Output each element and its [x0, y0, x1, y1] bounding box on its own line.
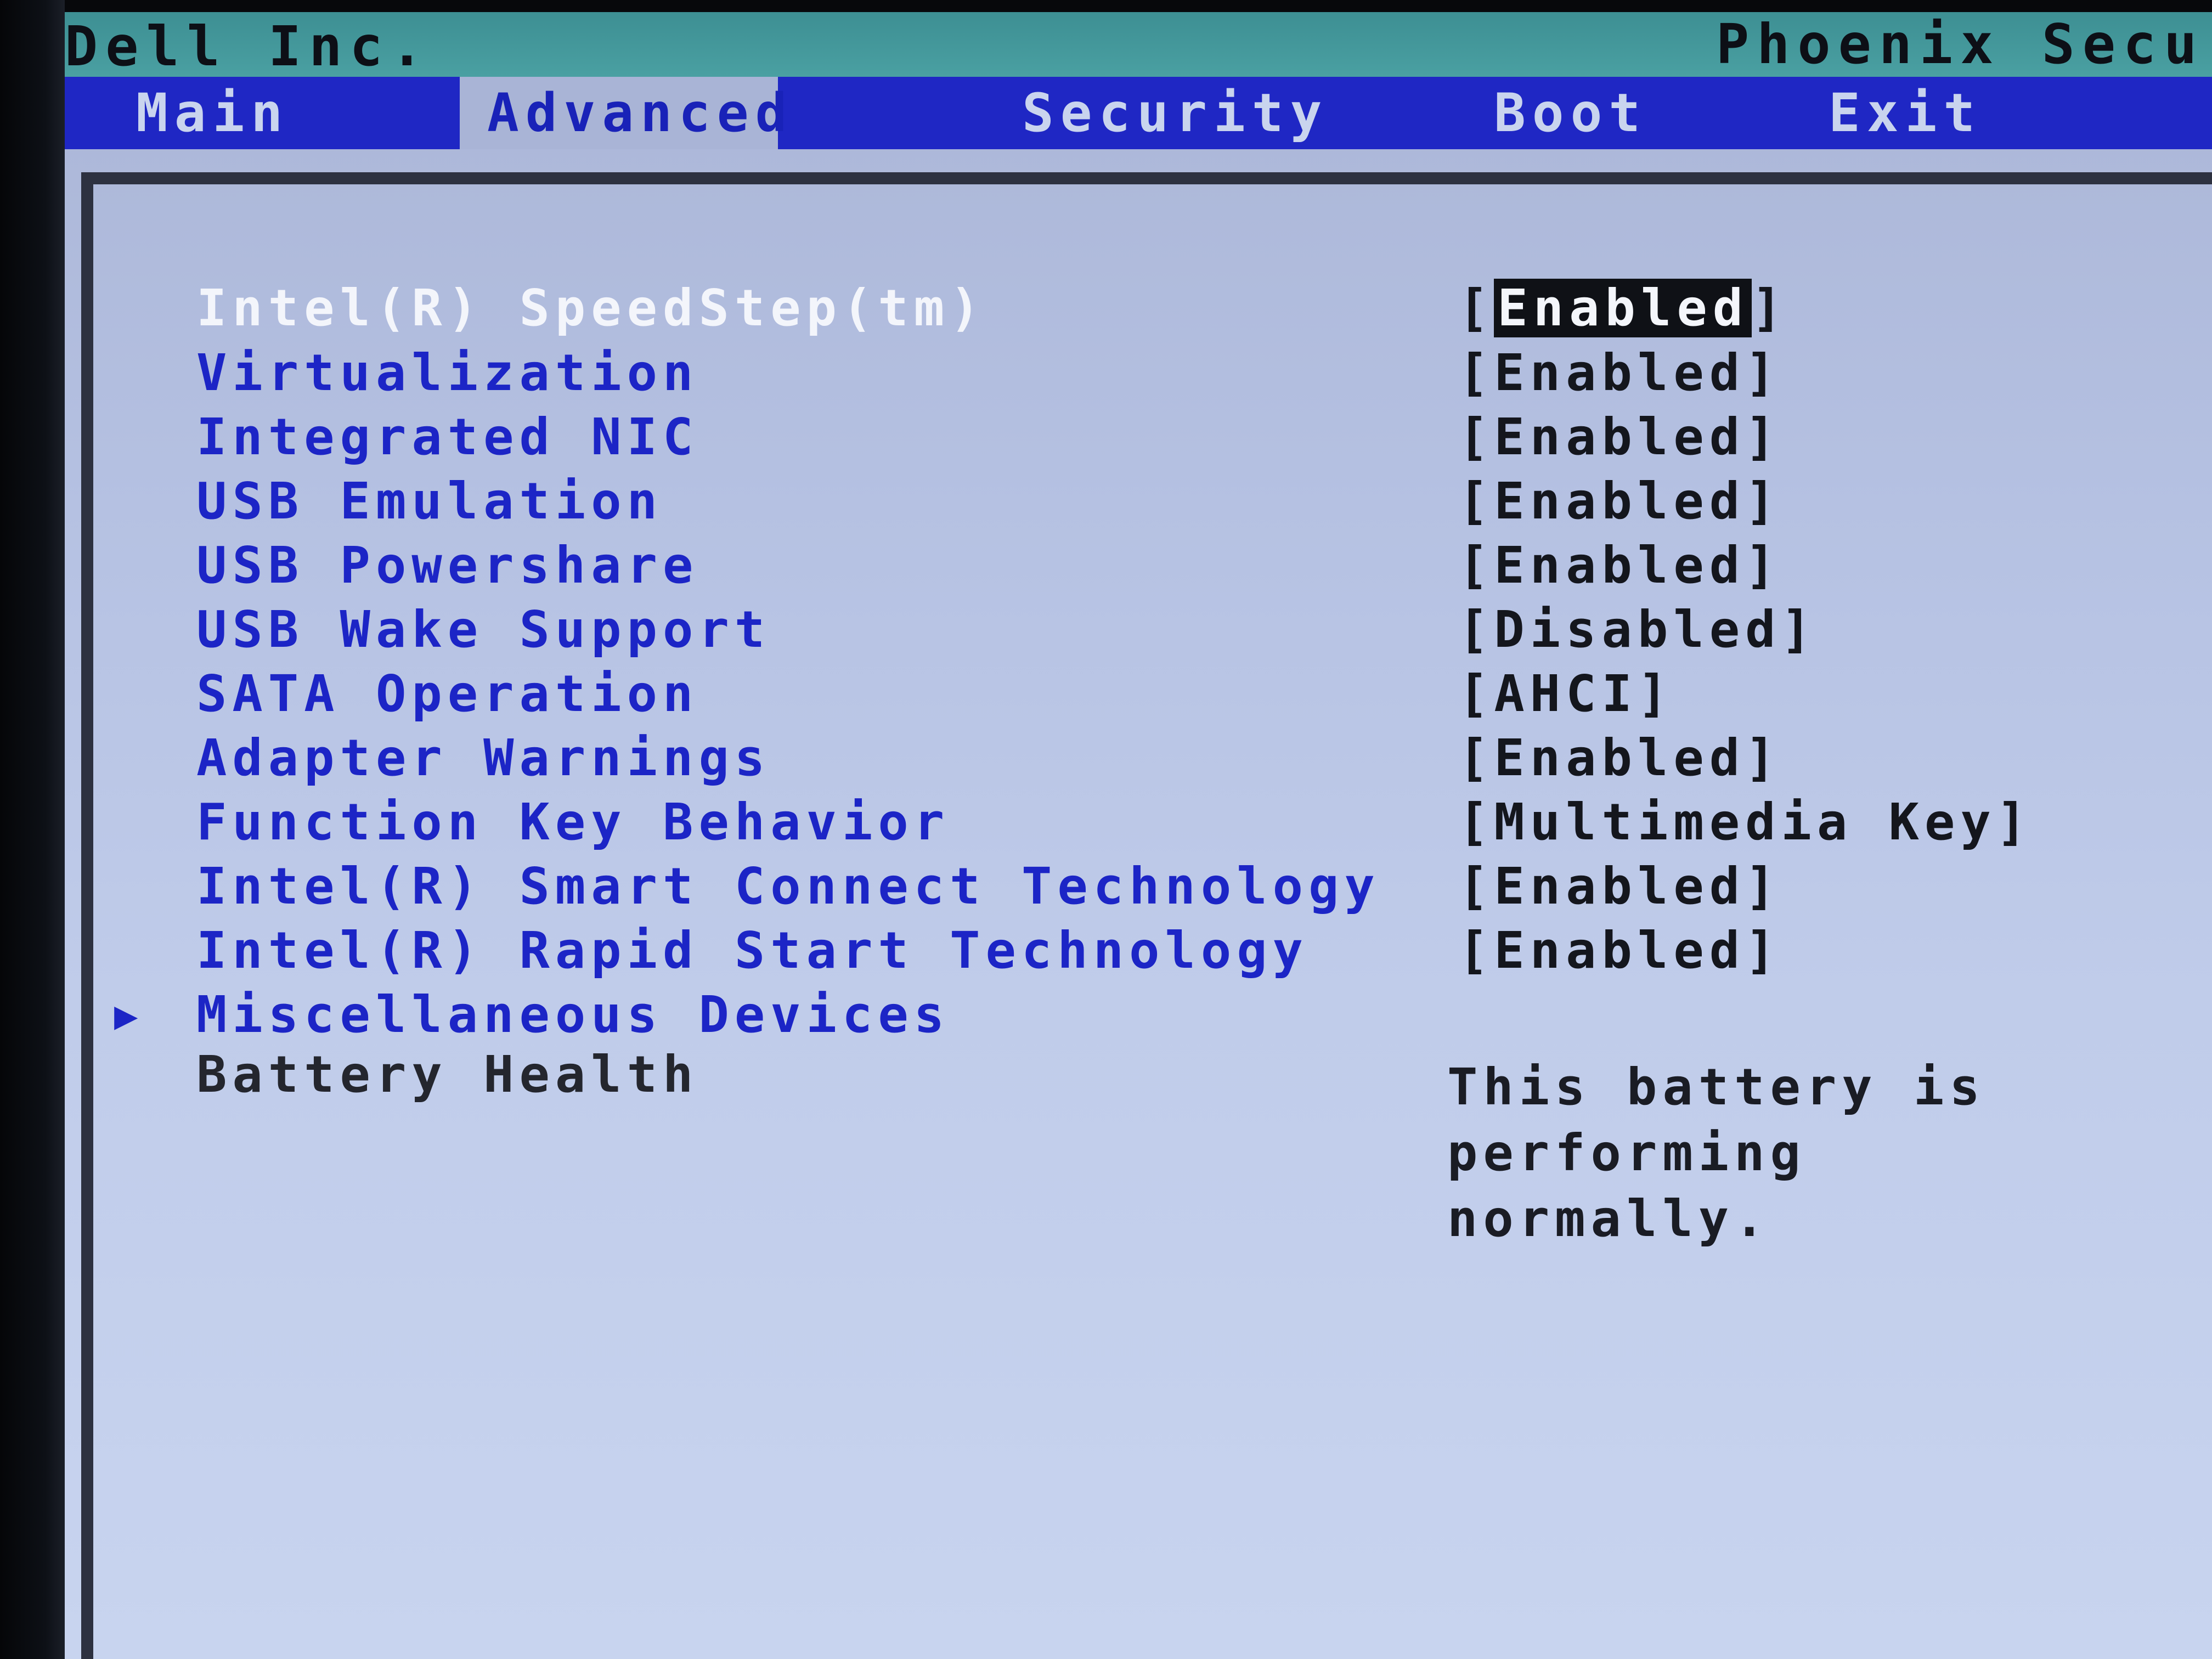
tab-main[interactable]: Main [136, 77, 289, 149]
setting-label: USB Wake Support [196, 600, 771, 659]
vendor-name: Dell Inc. [65, 14, 431, 78]
tab-security[interactable]: Security [1022, 77, 1328, 149]
submenu-arrow-icon: ▶ [114, 992, 138, 1038]
setting-value[interactable]: [Enabled] [1458, 728, 1781, 788]
setting-label: SATA Operation [196, 664, 699, 723]
setting-row-smart-connect[interactable]: Intel(R) Smart Connect Technology [Enabl… [65, 856, 2212, 917]
setting-value[interactable]: [Enabled] [1458, 535, 1781, 596]
setting-label: USB Emulation [196, 472, 663, 531]
setting-value[interactable]: [Enabled] [1458, 471, 1781, 532]
setting-label: Intel(R) Smart Connect Technology [196, 857, 1380, 916]
setting-value[interactable]: [Disabled] [1458, 600, 1817, 660]
setting-value[interactable]: [Enabled] [1458, 407, 1781, 467]
setting-label: Virtualization [196, 343, 699, 402]
setting-row-usb-powershare[interactable]: USB Powershare [Enabled] [65, 535, 2212, 596]
setting-row-usb-wake-support[interactable]: USB Wake Support [Disabled] [65, 600, 2212, 660]
submenu-miscellaneous-devices[interactable]: ▶ Miscellaneous Devices [65, 985, 2212, 1045]
setting-label: Integrated NIC [196, 408, 699, 466]
bios-setup-utility: Dell Inc. Phoenix Secur Main Advanced Se… [65, 12, 2212, 1659]
title-bar: Dell Inc. Phoenix Secur [65, 12, 2212, 78]
setting-value[interactable]: [Multimedia Key] [1458, 792, 2032, 853]
setting-value[interactable]: [Enabled] [1458, 856, 1781, 917]
tab-exit[interactable]: Exit [1829, 77, 1982, 149]
setting-row-adapter-warnings[interactable]: Adapter Warnings [Enabled] [65, 728, 2212, 788]
setting-row-rapid-start[interactable]: Intel(R) Rapid Start Technology [Enabled… [65, 921, 2212, 981]
setting-label: USB Powershare [196, 536, 699, 595]
bezel-left [0, 0, 65, 1659]
bezel-top [0, 0, 2212, 12]
setting-label: Intel(R) SpeedStep(tm) [196, 279, 986, 337]
submenu-label: Miscellaneous Devices [196, 985, 950, 1044]
setting-row-speedstep[interactable]: Intel(R) SpeedStep(tm) [Enabled] [65, 278, 2212, 338]
setting-label: Intel(R) Rapid Start Technology [196, 921, 1309, 980]
battery-health-label: Battery Health [196, 1045, 699, 1104]
setting-row-virtualization[interactable]: Virtualization [Enabled] [65, 343, 2212, 403]
monitor-screen: Dell Inc. Phoenix Secur Main Advanced Se… [0, 0, 2212, 1659]
menu-bar: Main Advanced Security Boot Exit [65, 77, 2212, 149]
setting-value[interactable]: [Enabled] [1458, 921, 1781, 981]
setting-value[interactable]: [AHCI] [1458, 664, 1673, 724]
setting-row-integrated-nic[interactable]: Integrated NIC [Enabled] [65, 407, 2212, 467]
setting-value[interactable]: [Enabled] [1458, 278, 1788, 338]
firmware-name: Phoenix Secur [1716, 12, 2212, 76]
setting-label: Function Key Behavior [196, 793, 950, 851]
tab-boot[interactable]: Boot [1494, 77, 1647, 149]
setting-row-sata-operation[interactable]: SATA Operation [AHCI] [65, 664, 2212, 724]
battery-status-text: This battery is performing normally. [1447, 1058, 1985, 1248]
setting-row-usb-emulation[interactable]: USB Emulation [Enabled] [65, 471, 2212, 532]
setting-value[interactable]: [Enabled] [1458, 343, 1781, 403]
selected-value[interactable]: Enabled [1494, 279, 1752, 337]
setting-label: Adapter Warnings [196, 729, 771, 787]
setting-row-function-key-behavior[interactable]: Function Key Behavior [Multimedia Key] [65, 792, 2212, 853]
tab-advanced[interactable]: Advanced [460, 77, 787, 149]
